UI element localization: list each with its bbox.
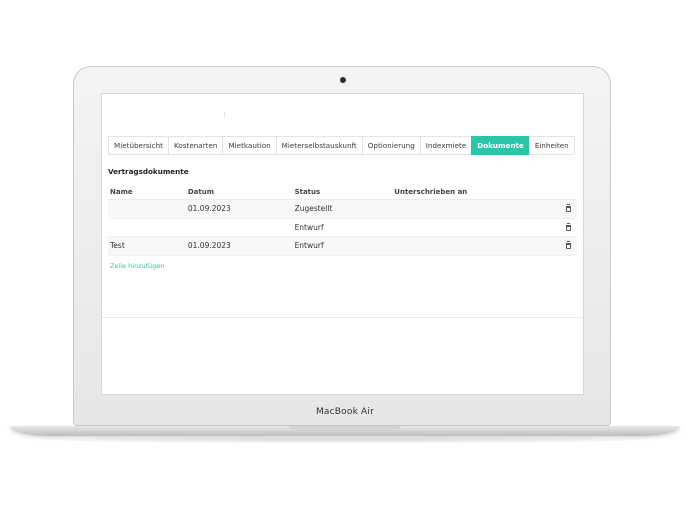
tab-einheiten[interactable]: Einheiten [528,136,575,155]
trash-icon[interactable] [566,204,571,213]
delete-button[interactable] [564,236,577,256]
tab-mietuebersicht[interactable]: Mietübersicht [108,136,168,155]
cell-name[interactable]: Test [108,236,186,256]
trash-icon[interactable] [566,241,571,250]
cell-signed[interactable] [392,199,564,219]
cell-status[interactable]: Zugestellt [292,199,393,219]
laptop-notch [289,426,401,431]
column-header-actions [564,185,577,200]
delete-button[interactable] [564,218,577,237]
cell-signed[interactable] [392,236,564,256]
app-screen: Mietübersicht Kostenarten Mietkaution Mi… [101,93,584,395]
tab-indexmiete[interactable]: Indexmiete [419,136,472,155]
cell-signed[interactable] [392,218,564,237]
cell-name[interactable] [108,199,186,219]
column-header-status: Status [292,185,393,200]
trash-icon[interactable] [566,222,571,231]
column-header-signed: Unterschrieben an [392,185,564,200]
laptop-shadow [60,437,630,443]
cell-status[interactable]: Entwurf [292,218,393,237]
top-marker [224,112,225,118]
device-label: MacBook Air [315,407,375,417]
cell-name[interactable] [108,218,186,237]
camera-dot [340,77,346,83]
column-header-name: Name [108,185,186,200]
tab-dokumente[interactable]: Dokumente [471,136,529,155]
table-row[interactable]: Entwurf [108,218,577,237]
cell-datum[interactable]: 01.09.2023 [185,236,293,256]
cell-status[interactable]: Entwurf [292,236,393,256]
table-header-row: Name Datum Status Unterschrieben an [108,185,577,200]
documents-table: Name Datum Status Unterschrieben an 01.0… [108,185,577,256]
cell-datum[interactable] [185,218,293,237]
table-row[interactable]: Test 01.09.2023 Entwurf [108,236,577,256]
tab-optionierung[interactable]: Optionierung [361,136,420,155]
tab-mieterselbstauskunft[interactable]: Mieterselbstauskunft [275,136,362,155]
tab-kostenarten[interactable]: Kostenarten [168,136,223,155]
column-header-datum: Datum [185,185,293,200]
delete-button[interactable] [564,199,577,219]
add-row-link[interactable]: Zeile hinzufügen [110,262,164,270]
section-title: Vertragsdokumente [108,167,189,176]
cell-datum[interactable]: 01.09.2023 [185,199,293,219]
table-row[interactable]: 01.09.2023 Zugestellt [108,199,577,219]
tab-bar: Mietübersicht Kostenarten Mietkaution Mi… [108,136,575,155]
tab-mietkaution[interactable]: Mietkaution [222,136,276,155]
divider [102,317,583,318]
